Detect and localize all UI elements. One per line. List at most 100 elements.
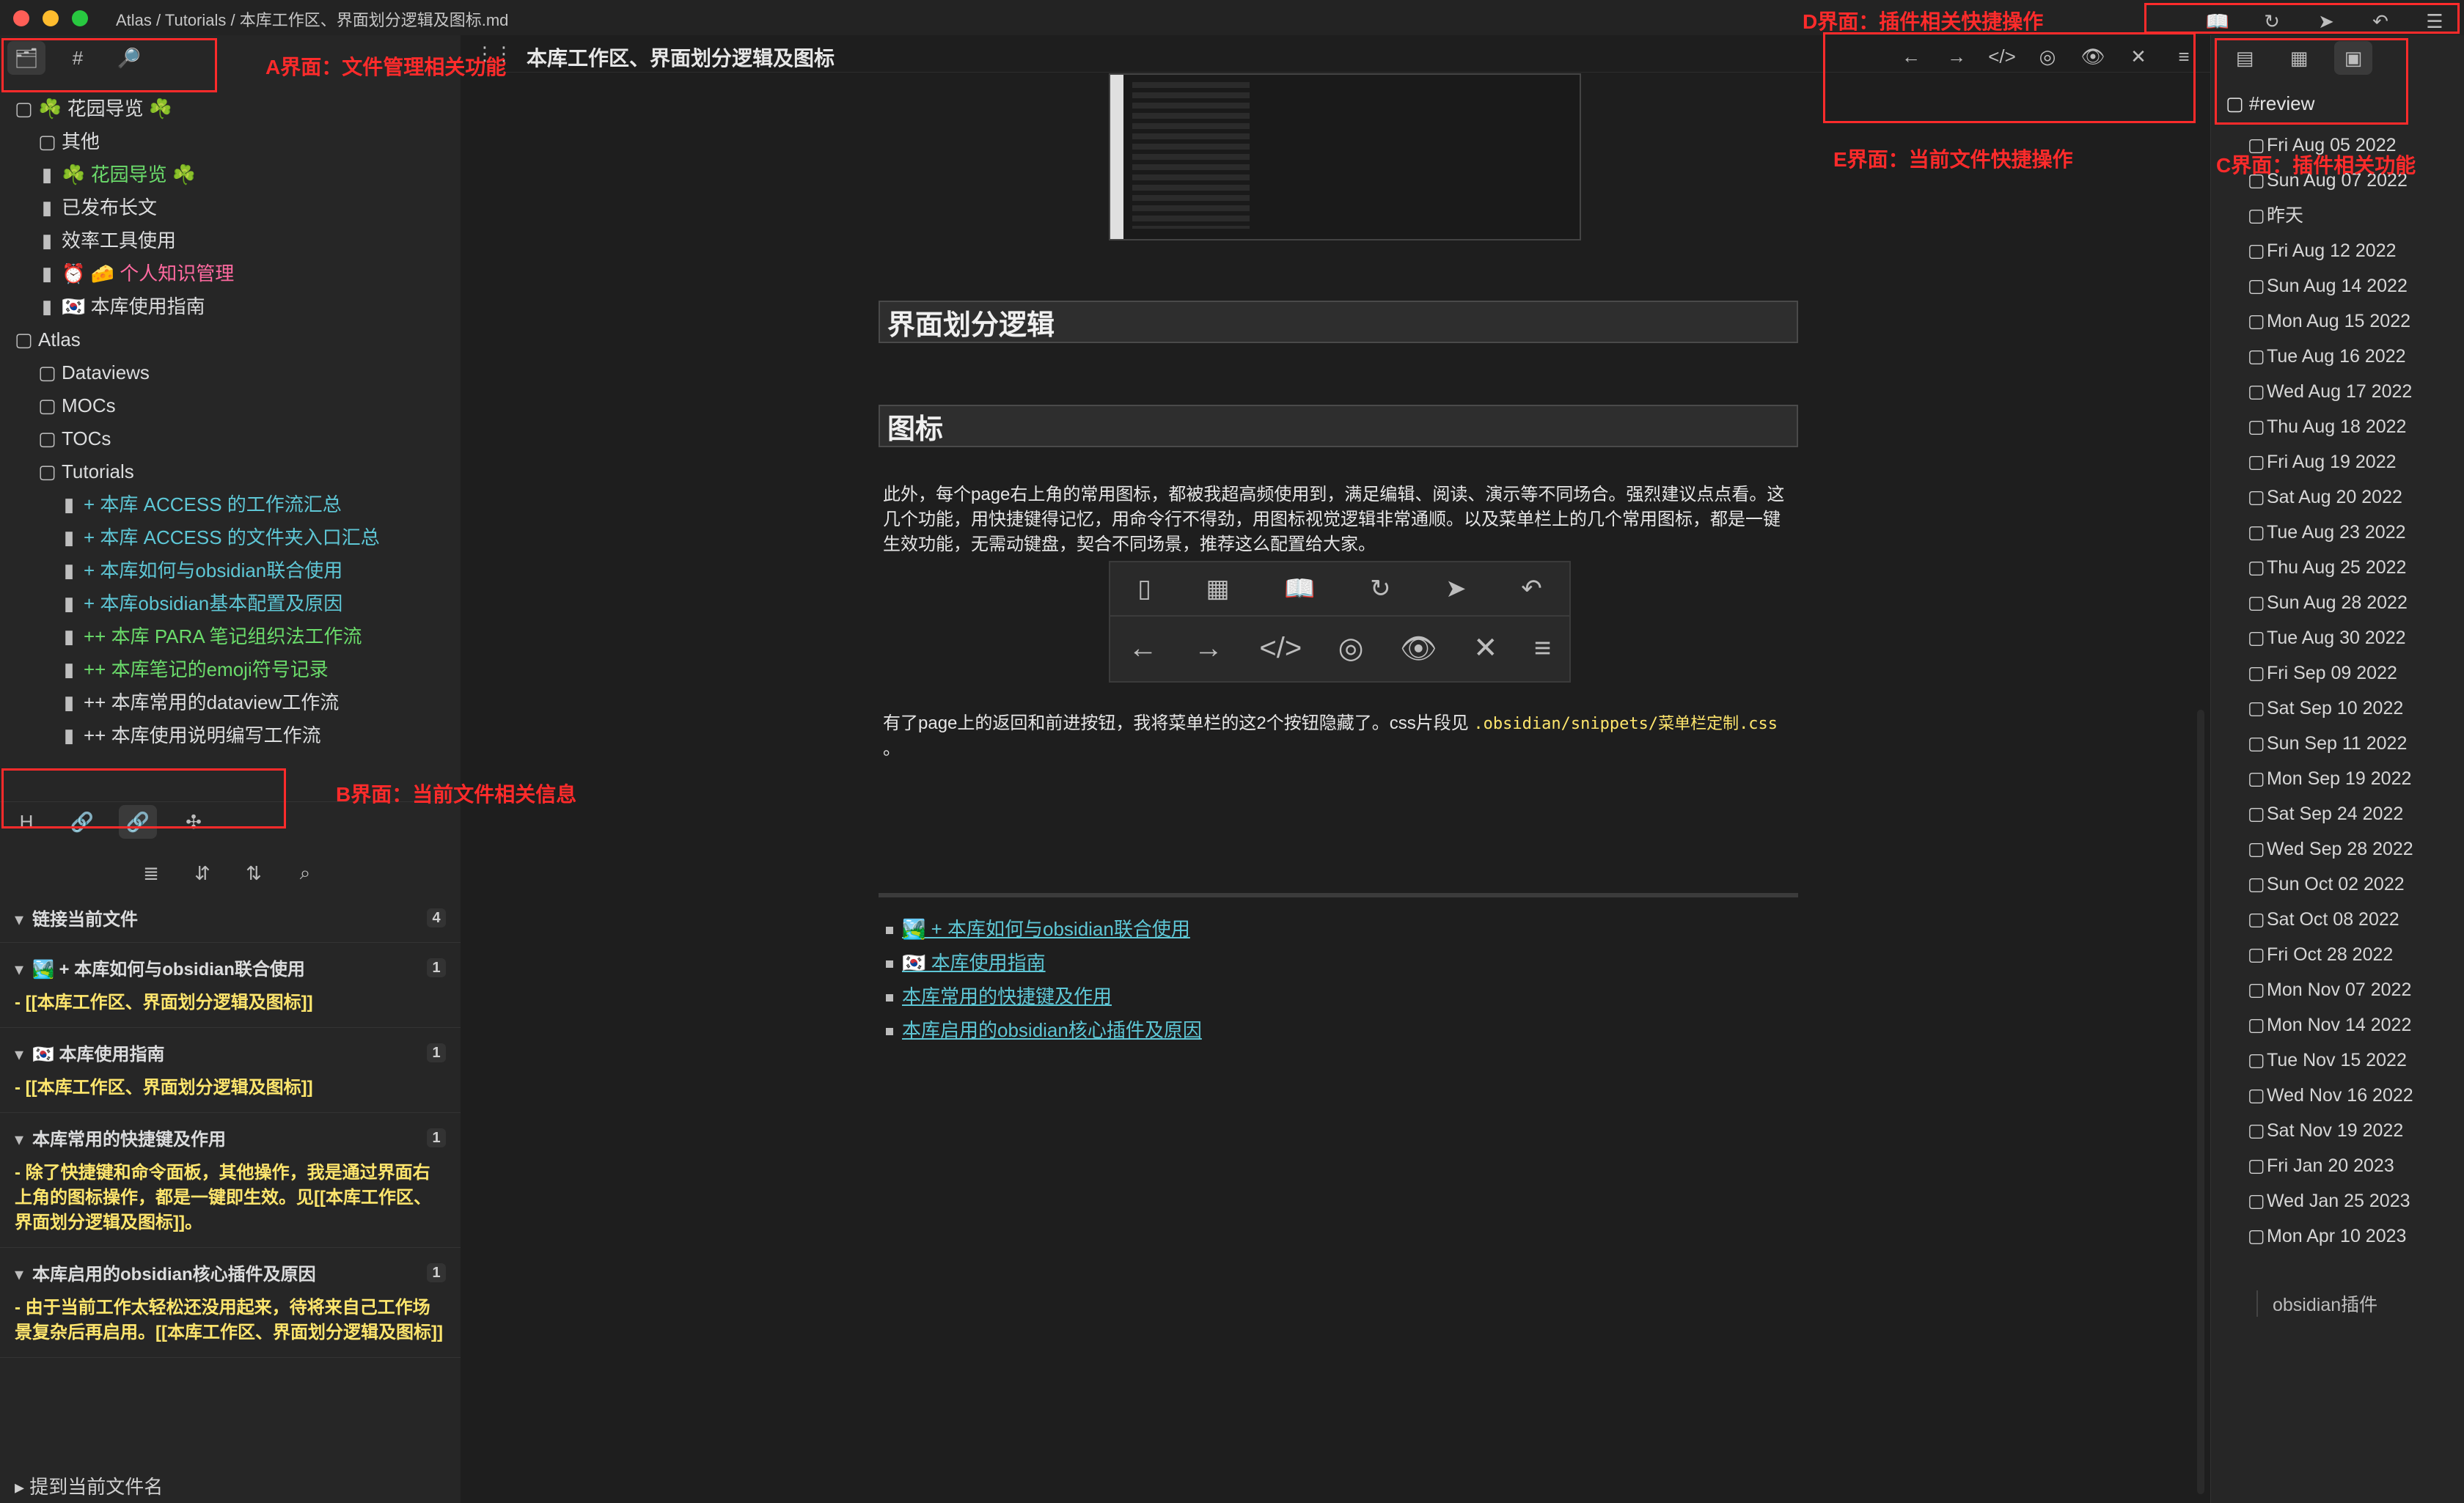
- review-date-item[interactable]: ▢Sun Sep 11 2022: [2248, 726, 2413, 761]
- mentions-label: 提到当前文件名: [29, 1476, 164, 1498]
- folder-icon: ▢: [38, 427, 56, 449]
- tree-row[interactable]: ▮ ☘️ 花园导览 ☘️: [0, 158, 461, 191]
- review-date-item[interactable]: ▢Sun Aug 14 2022: [2248, 268, 2413, 304]
- collapse-icon[interactable]: ⇵: [183, 856, 221, 890]
- tree-row[interactable]: ▮ 🇰🇷 本库使用指南: [0, 290, 461, 323]
- tree-row[interactable]: ▮ + 本库如何与obsidian联合使用: [0, 554, 461, 587]
- tree-row[interactable]: ▮ + 本库obsidian基本配置及原因: [0, 587, 461, 620]
- review-date-item[interactable]: ▢Tue Aug 30 2022: [2248, 620, 2413, 655]
- tree-row-label: + 本库如何与obsidian联合使用: [84, 559, 343, 581]
- review-date-label: Thu Aug 18 2022: [2267, 416, 2407, 437]
- tree-row-label: + 本库 ACCESS 的文件夹入口汇总: [84, 526, 380, 548]
- tree-row[interactable]: ▮ ++ 本库 PARA 笔记组织法工作流: [0, 620, 461, 653]
- search-icon[interactable]: ⌕: [286, 856, 324, 890]
- review-date-item[interactable]: ▢Fri Sep 09 2022: [2248, 655, 2413, 691]
- folder-icon: ▢: [2248, 205, 2265, 226]
- tree-row-label: + 本库 ACCESS 的工作流汇总: [84, 493, 342, 515]
- backlink-title-text: 本库常用的快捷键及作用: [32, 1130, 226, 1150]
- tree-row-label: ++ 本库常用的dataview工作流: [84, 691, 340, 713]
- paragraph-icons: 此外，每个page右上角的常用图标，都被我超高频使用到，满足编辑、阅读、演示等不…: [883, 485, 1785, 554]
- review-date-item[interactable]: ▢Sat Sep 24 2022: [2248, 796, 2413, 831]
- related-link[interactable]: 本库启用的obsidian核心插件及原因: [902, 1019, 1202, 1041]
- review-date-item[interactable]: ▢Fri Aug 12 2022: [2248, 233, 2413, 268]
- tree-row[interactable]: ▮ 效率工具使用: [0, 224, 461, 257]
- review-date-label: Tue Aug 23 2022: [2267, 522, 2406, 543]
- review-date-item[interactable]: ▢Wed Jan 25 2023: [2248, 1183, 2413, 1219]
- editor-scrollbar[interactable]: [2197, 710, 2204, 1494]
- backlink-section[interactable]: ▾ 🇰🇷 本库使用指南 1 - [[本库工作区、界面划分逻辑及图标]]: [0, 1028, 461, 1113]
- annotation-text-A: A界面：文件管理相关功能: [265, 56, 507, 78]
- minimize-window-button[interactable]: [43, 10, 59, 26]
- backlink-section[interactable]: ▾ 🏞️ + 本库如何与obsidian联合使用 1 - [[本库工作区、界面划分逻辑…: [0, 943, 461, 1028]
- chevron-right-icon: ▸: [15, 1476, 25, 1498]
- screenshot-thumbnail: [1109, 73, 1581, 240]
- tree-row[interactable]: ▢ Dataviews: [0, 356, 461, 389]
- tree-row[interactable]: ▮ + 本库 ACCESS 的工作流汇总: [0, 488, 461, 521]
- related-link-item: 🇰🇷 本库使用指南: [886, 946, 1202, 980]
- tree-row[interactable]: ▮ ++ 本库使用说明编写工作流: [0, 719, 461, 752]
- review-date-item[interactable]: ▢Sat Aug 20 2022: [2248, 479, 2413, 515]
- sort-icon[interactable]: ⇅: [235, 856, 273, 890]
- review-date-item[interactable]: ▢Thu Aug 18 2022: [2248, 409, 2413, 444]
- tree-row[interactable]: ▮ + 本库 ACCESS 的文件夹入口汇总: [0, 521, 461, 554]
- review-date-item[interactable]: ▢Sun Aug 28 2022: [2248, 585, 2413, 620]
- maximize-window-button[interactable]: [72, 10, 88, 26]
- review-date-item[interactable]: ▢Sat Nov 19 2022: [2248, 1113, 2413, 1148]
- related-link[interactable]: 🏞️ + 本库如何与obsidian联合使用: [902, 918, 1190, 940]
- review-date-item[interactable]: ▢Mon Apr 10 2023: [2248, 1219, 2413, 1254]
- review-date-item[interactable]: ▢Mon Sep 19 2022: [2248, 761, 2413, 796]
- review-date-item[interactable]: ▢Wed Aug 17 2022: [2248, 374, 2413, 409]
- review-date-item[interactable]: ▢Mon Nov 14 2022: [2248, 1007, 2413, 1043]
- review-date-item[interactable]: ▢Mon Nov 07 2022: [2248, 972, 2413, 1007]
- folder-icon: ▢: [2248, 276, 2265, 296]
- review-date-label: Fri Aug 12 2022: [2267, 240, 2397, 261]
- tree-row[interactable]: ▮ ++ 本库常用的dataview工作流: [0, 686, 461, 719]
- backlink-section[interactable]: ▾ 链接当前文件 4: [0, 893, 461, 943]
- tree-row[interactable]: ▮ ++ 本库笔记的emoji符号记录: [0, 653, 461, 686]
- tree-row[interactable]: ▢ MOCs: [0, 389, 461, 422]
- backlink-section[interactable]: ▾ 本库启用的obsidian核心插件及原因 1 - 由于当前工作太轻松还没用起来，待…: [0, 1248, 461, 1358]
- close-icon: ✕: [1473, 632, 1498, 664]
- review-date-item[interactable]: ▢Wed Sep 28 2022: [2248, 831, 2413, 867]
- tree-row[interactable]: ▢ 其他: [0, 125, 461, 158]
- tree-row[interactable]: ▢ TOCs: [0, 422, 461, 455]
- tree-row-label: Dataviews: [62, 361, 150, 383]
- mentions-toggle[interactable]: ▸ 提到当前文件名: [15, 1472, 163, 1499]
- review-date-item[interactable]: ▢Fri Oct 28 2022: [2248, 937, 2413, 972]
- tree-row[interactable]: ▢ ☘️ 花园导览 ☘️: [0, 92, 461, 125]
- app: Atlas / Tutorials / 本库工作区、界面划分逻辑及图标.md 📖…: [0, 0, 2464, 1503]
- review-date-item[interactable]: ▢Thu Aug 25 2022: [2248, 550, 2413, 585]
- folder-icon: ▢: [2248, 1015, 2265, 1035]
- editor-pane: ⋮⋮ 本库工作区、界面划分逻辑及图标 ← → </> ◎ 👁 ✕ ≡ 界面划分逻…: [461, 35, 2210, 1503]
- related-link[interactable]: 本库常用的快捷键及作用: [902, 985, 1112, 1007]
- folder-icon: ▢: [38, 131, 56, 152]
- review-date-item[interactable]: ▢Sat Sep 10 2022: [2248, 691, 2413, 726]
- review-date-item[interactable]: ▢Sat Oct 08 2022: [2248, 902, 2413, 937]
- related-link[interactable]: 🇰🇷 本库使用指南: [902, 952, 1046, 974]
- heading-h2-logic: 界面划分逻辑: [879, 301, 1798, 343]
- tree-row[interactable]: ▢ Atlas: [0, 323, 461, 356]
- list-icon[interactable]: ≣: [132, 856, 170, 890]
- tree-row[interactable]: ▮ ⏰ 🧀 个人知识管理: [0, 257, 461, 290]
- backlink-section[interactable]: ▾ 本库常用的快捷键及作用 1 - 除了快捷键和命令面板，其他操作，我是通过界面右上角…: [0, 1113, 461, 1248]
- review-date-item[interactable]: ▢Mon Aug 15 2022: [2248, 304, 2413, 339]
- review-date-item[interactable]: ▢Tue Aug 16 2022: [2248, 339, 2413, 374]
- review-date-label: Wed Jan 25 2023: [2267, 1191, 2410, 1211]
- tree-row-label: Atlas: [38, 328, 81, 350]
- related-link-item: 本库常用的快捷键及作用: [886, 980, 1202, 1013]
- paragraph-css: 有了page上的返回和前进按钮，我将菜单栏的这2个按钮隐藏了。css片段见 .o…: [883, 711, 1792, 762]
- tree-row[interactable]: ▮ 已发布长文: [0, 191, 461, 224]
- review-subitem[interactable]: obsidian插件: [2256, 1290, 2377, 1317]
- doc-icon: ▮: [41, 196, 53, 218]
- tree-row[interactable]: ▢ Tutorials: [0, 455, 461, 488]
- review-date-item[interactable]: ▢Fri Jan 20 2023: [2248, 1148, 2413, 1183]
- annotation-text-C: C界面：插件相关功能: [2216, 154, 2416, 177]
- review-date-item[interactable]: ▢Wed Nov 16 2022: [2248, 1078, 2413, 1113]
- review-date-item[interactable]: ▢昨天: [2248, 198, 2413, 233]
- review-date-item[interactable]: ▢Tue Nov 15 2022: [2248, 1043, 2413, 1078]
- review-date-label: Mon Apr 10 2023: [2267, 1226, 2407, 1246]
- review-date-item[interactable]: ▢Tue Aug 23 2022: [2248, 515, 2413, 550]
- close-window-button[interactable]: [13, 10, 29, 26]
- review-date-item[interactable]: ▢Sun Oct 02 2022: [2248, 867, 2413, 902]
- review-date-item[interactable]: ▢Fri Aug 19 2022: [2248, 444, 2413, 479]
